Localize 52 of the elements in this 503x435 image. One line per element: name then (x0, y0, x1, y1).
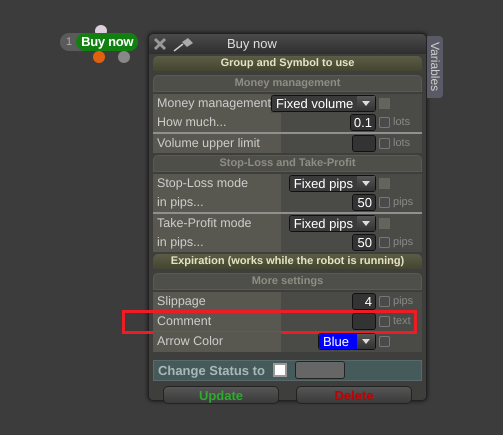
unit-label: pips (393, 194, 414, 210)
unit-label: pips (393, 234, 414, 250)
caret-icon (357, 216, 375, 230)
close-icon[interactable] (153, 36, 167, 51)
field-label: Comment (153, 312, 281, 332)
section-header: Money management (153, 74, 422, 92)
field-label: Take-Profit mode (153, 214, 281, 232)
checkbox[interactable] (379, 116, 390, 128)
field-label: Stop-Loss mode (153, 174, 281, 192)
field-label: Money management (153, 94, 271, 112)
checkbox[interactable] (272, 363, 287, 378)
caret-icon (357, 334, 375, 349)
section-header: Group and Symbol to use (153, 56, 422, 70)
input-field[interactable]: 50 (352, 194, 376, 210)
node-pill[interactable]: 1 Buy now (60, 33, 138, 51)
side-tab[interactable]: Variables (427, 36, 443, 98)
color-value: Blue (319, 334, 357, 349)
caret-icon (357, 176, 375, 190)
field-label: Slippage (153, 292, 281, 312)
unit-label: lots (393, 114, 412, 130)
dropdown[interactable]: Blue (318, 333, 376, 350)
checkbox[interactable] (379, 316, 390, 327)
field-label: in pips... (153, 232, 281, 252)
input-field[interactable] (352, 313, 376, 330)
section-header: Expiration (works while the robot is running) (153, 254, 422, 268)
section-header: Stop-Loss and Take-Profit (153, 154, 422, 172)
section-header: More settings (153, 272, 422, 290)
checkbox[interactable] (379, 236, 390, 248)
unit-label: pips (393, 294, 414, 310)
node-number: 1 (65, 34, 74, 50)
field-label: Volume upper limit (153, 134, 281, 152)
status-field[interactable] (294, 361, 345, 380)
field-label: Arrow Color (153, 332, 281, 352)
status-label: Change Status to (158, 362, 265, 380)
node-label: Buy now (76, 33, 138, 51)
port-icon (93, 51, 105, 63)
input-field[interactable]: 4 (352, 293, 376, 310)
window-title: Buy now (227, 35, 277, 53)
input-field[interactable]: 0.1 (350, 114, 376, 130)
checkbox[interactable] (379, 138, 390, 148)
input-field[interactable]: 50 (352, 234, 376, 250)
input-field[interactable] (352, 134, 376, 152)
checkbox[interactable] (379, 296, 390, 307)
checkbox[interactable] (379, 196, 390, 208)
field-label: How much... (153, 112, 281, 132)
caret-icon (357, 96, 376, 110)
port-icon (118, 51, 130, 63)
unit-label: lots (393, 136, 412, 151)
checkbox[interactable] (379, 336, 390, 347)
pin-icon[interactable] (173, 36, 195, 52)
field-label: in pips... (153, 192, 281, 212)
unit-label: text (393, 314, 412, 330)
